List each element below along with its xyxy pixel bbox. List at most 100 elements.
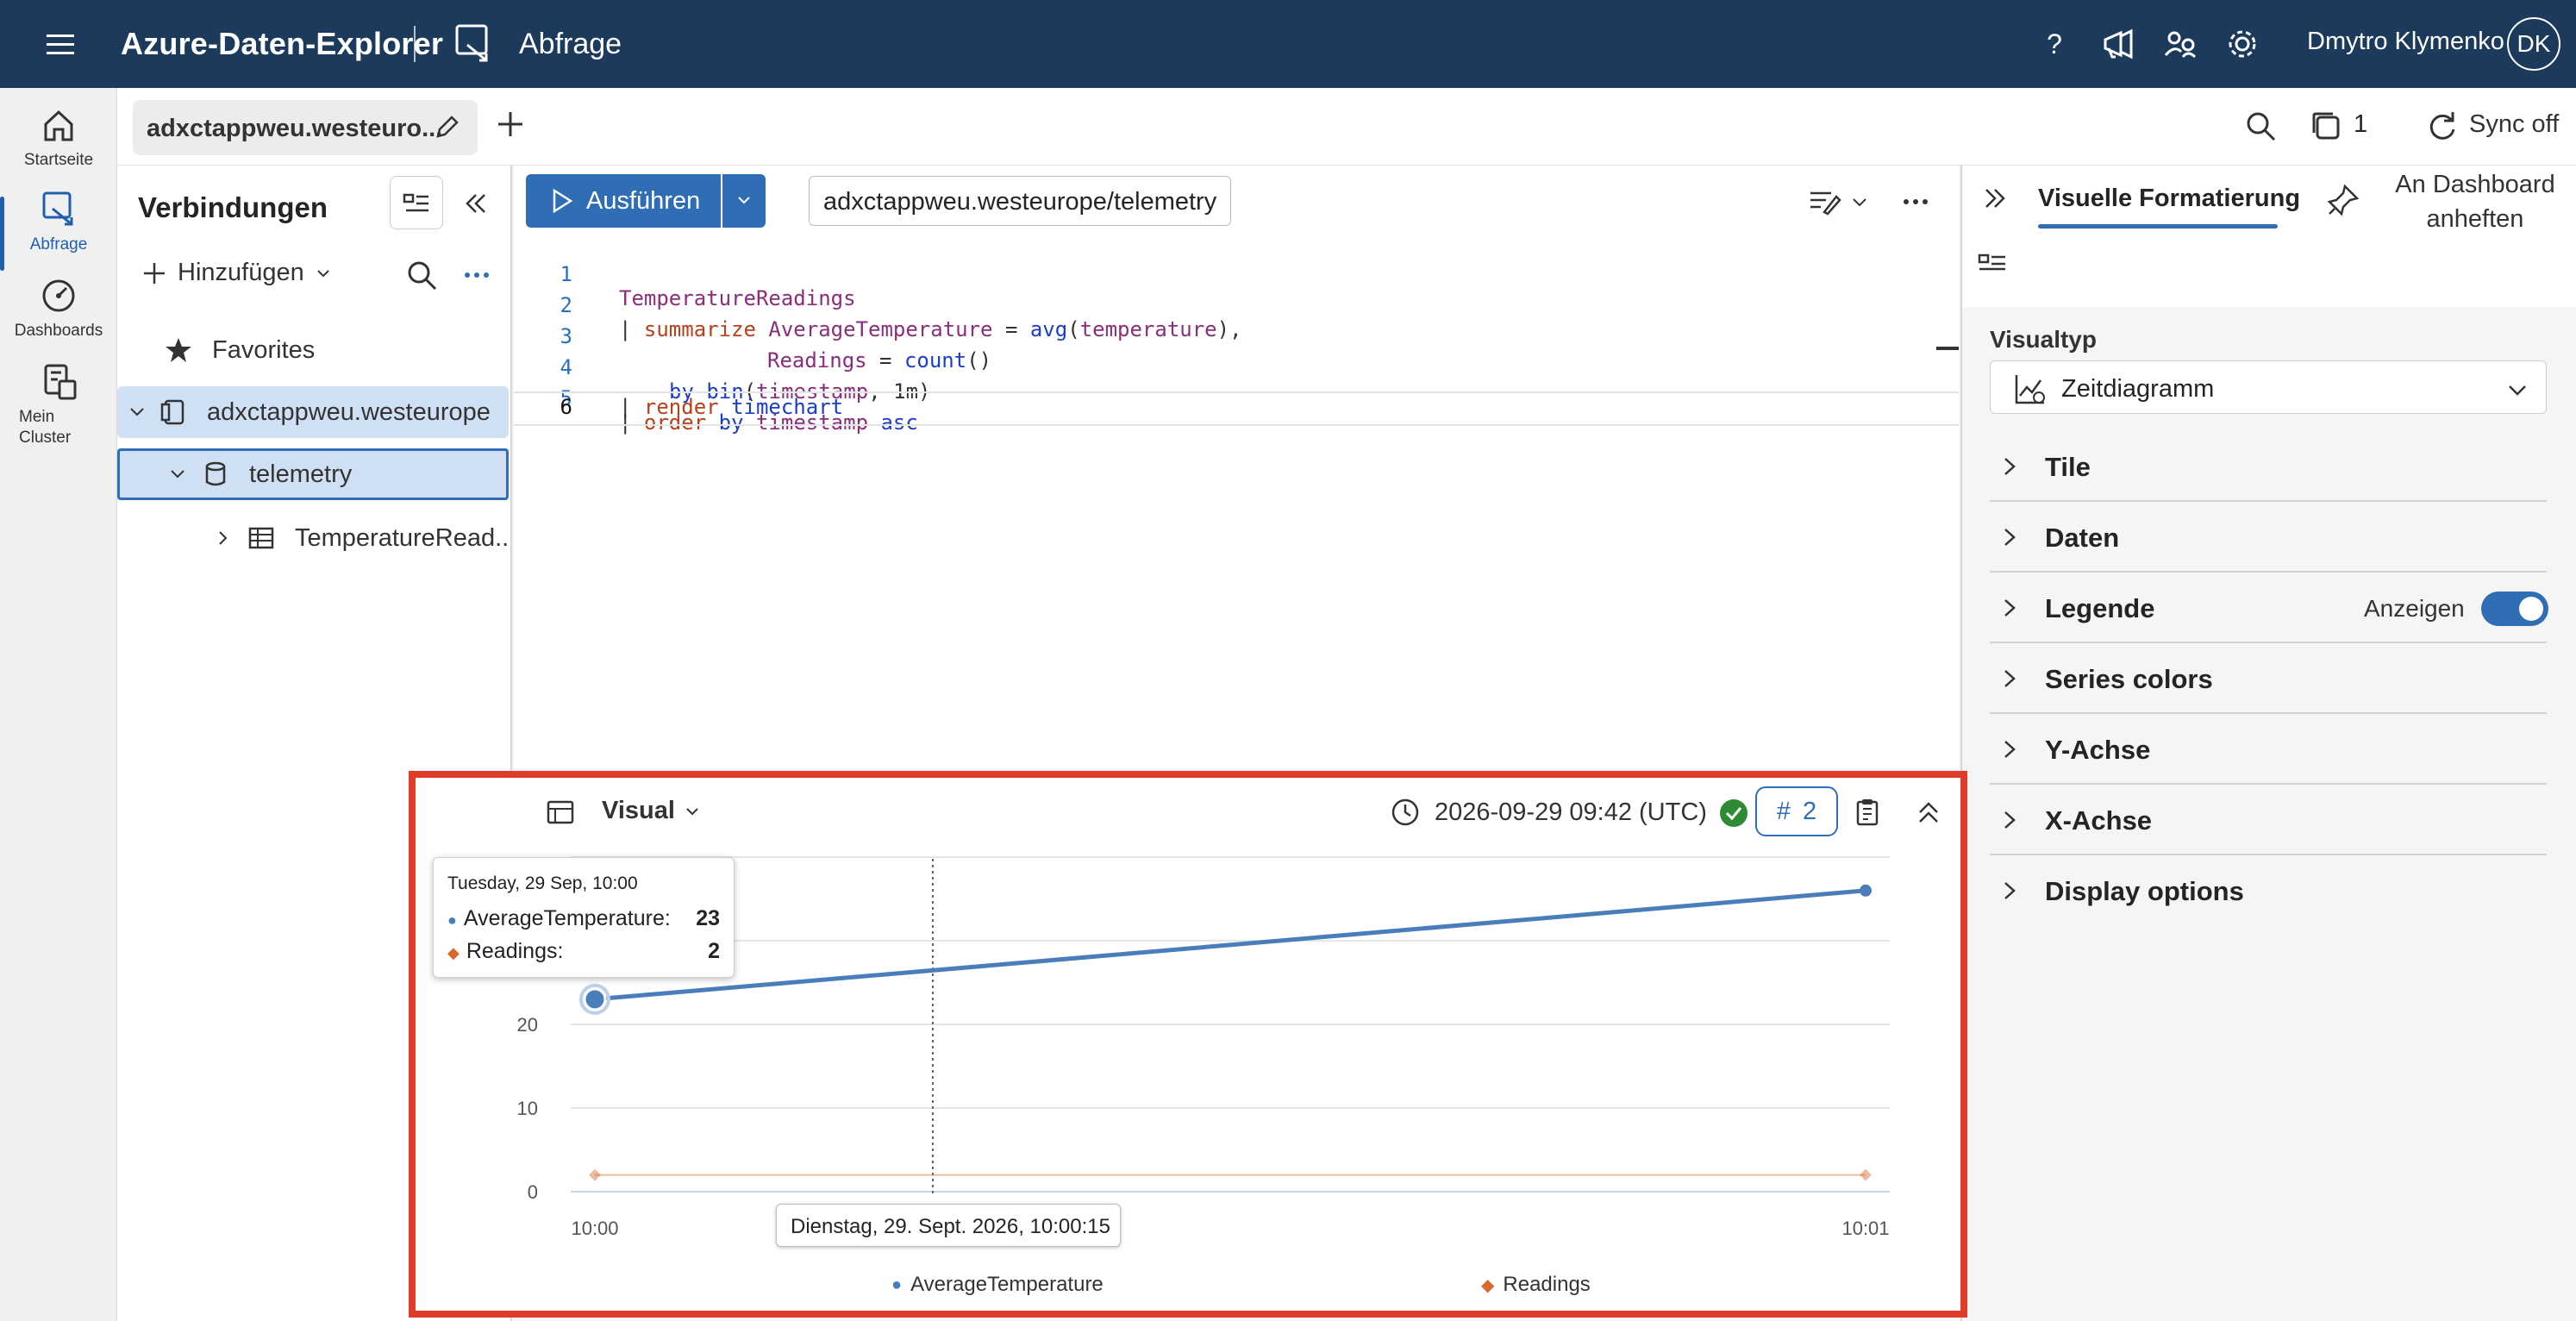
add-connection-label: Hinzufügen	[178, 259, 304, 286]
success-check-icon	[1720, 799, 1748, 827]
nav-label-query: Abfrage	[29, 235, 88, 254]
open-tabs-icon[interactable]	[2309, 109, 2343, 143]
nav-item-query[interactable]: Abfrage	[0, 190, 117, 271]
list-filter-icon[interactable]	[1976, 245, 2010, 279]
section-label: Display options	[2045, 876, 2244, 906]
section-label: Y-Achse	[2045, 735, 2151, 765]
sync-icon[interactable]	[2424, 109, 2459, 143]
results-view-selector[interactable]: Visual	[602, 797, 701, 825]
section-series-colors[interactable]: Series colors	[1990, 643, 2547, 714]
database-icon	[205, 461, 226, 486]
tooltip-row: ● AverageTemperature:	[447, 906, 671, 931]
section-display-options[interactable]: Display options	[1990, 855, 2547, 926]
section-data[interactable]: Daten	[1990, 502, 2547, 573]
star-icon	[166, 338, 191, 362]
chevron-right-icon	[2004, 811, 2016, 829]
tree-item-favorites[interactable]: Favorites	[164, 324, 491, 376]
collapse-panel-icon[interactable]	[460, 188, 491, 219]
app-title[interactable]: Azure-Daten-Explorer	[121, 26, 443, 62]
chevron-right-icon	[2004, 741, 2016, 758]
code-line: 3 Readings = count()	[514, 300, 1959, 373]
sync-label[interactable]: Sync off	[2469, 110, 2559, 139]
connection-filter-button[interactable]	[390, 176, 443, 229]
data-point	[589, 1168, 601, 1181]
help-icon[interactable]: ?	[2036, 26, 2073, 62]
run-button[interactable]: Ausführen	[526, 174, 721, 228]
chevron-down-icon[interactable]	[168, 465, 187, 484]
database-context-field[interactable]: adxctappweu.westeurope/telemetry	[809, 176, 1231, 226]
nav-item-dashboards[interactable]: Dashboards	[0, 276, 117, 341]
code-token: |	[619, 395, 644, 419]
results-view-icon	[547, 800, 574, 824]
chevron-down-icon[interactable]	[1848, 185, 1871, 219]
code-line: 1 TemperatureReadings	[514, 238, 1959, 310]
add-connection-button[interactable]: Hinzufügen	[141, 259, 332, 287]
visual-type-value: Zeitdiagramm	[2061, 375, 2215, 403]
visual-type-select[interactable]: Zeitdiagramm	[1990, 360, 2547, 414]
share-people-icon[interactable]	[2162, 26, 2198, 62]
top-bar: Azure-Daten-Explorer Abfrage ? Dmytro Kl…	[0, 0, 2576, 88]
nav-item-my-cluster[interactable]: Mein Cluster	[0, 362, 117, 448]
plus-icon	[144, 262, 165, 284]
code-line-current: 6 | render timechart	[514, 391, 1959, 426]
query-tab-strip: adxctappweu.westeuro... 1 Sync off	[117, 88, 2576, 166]
tree-label: TemperatureRead...	[295, 523, 507, 552]
clock-icon	[1391, 798, 1419, 826]
menu-icon[interactable]	[41, 28, 79, 60]
more-options-icon[interactable]	[1898, 185, 1933, 219]
header-divider	[414, 26, 416, 62]
more-options-icon[interactable]	[460, 259, 493, 291]
row-count: 2	[1803, 797, 1817, 825]
connections-title: Verbindungen	[138, 191, 328, 223]
nav-label-home: Startseite	[23, 151, 94, 169]
search-icon[interactable]	[405, 259, 438, 291]
add-tab-icon[interactable]	[493, 107, 528, 141]
dashboard-icon	[42, 279, 75, 312]
feedback-megaphone-icon[interactable]	[2100, 26, 2136, 62]
settings-gear-icon[interactable]	[2224, 26, 2260, 62]
query-editor[interactable]: 1 TemperatureReadings 2 | summarize Aver…	[514, 238, 1959, 769]
expand-panel-icon[interactable]	[1979, 183, 2010, 214]
chevron-down-icon	[317, 269, 329, 277]
copy-clipboard-icon[interactable]	[1852, 797, 1883, 828]
query-tab[interactable]: adxctappweu.westeuro...	[133, 100, 478, 155]
tree-item-database-telemetry[interactable]: telemetry	[117, 448, 509, 500]
section-y-axis[interactable]: Y-Achse	[1990, 714, 2547, 785]
tab-visual-formatting[interactable]: Visuelle Formatierung	[2038, 185, 2300, 213]
chevron-right-icon[interactable]	[214, 529, 233, 548]
section-tile[interactable]: Tile	[1990, 431, 2547, 502]
nav-item-home[interactable]: Startseite	[0, 105, 117, 171]
page-label: Abfrage	[519, 28, 622, 60]
tree-label: Favorites	[212, 335, 316, 364]
legend-item-average-temperature[interactable]: ● AverageTemperature	[891, 1273, 1104, 1297]
tree-item-cluster[interactable]: adxctappweu.westeurope	[117, 386, 509, 438]
legend-diamond-icon: ◆	[1481, 1275, 1495, 1295]
code-line: 4 by bin(timestamp, 1m)	[514, 331, 1959, 404]
code-token: timechart	[731, 395, 844, 419]
list-filter-icon	[403, 193, 428, 212]
timechart-icon	[2015, 375, 2045, 404]
search-icon[interactable]	[2243, 109, 2278, 143]
run-options-dropdown[interactable]	[722, 174, 766, 228]
pin-icon[interactable]	[2326, 183, 2360, 217]
row-count-badge[interactable]: # 2	[1755, 786, 1838, 836]
hash-icon: #	[1776, 797, 1791, 825]
results-view-label: Visual	[602, 797, 675, 824]
series-line	[594, 888, 1866, 1002]
chevron-down-icon[interactable]	[128, 403, 147, 422]
legend-toggle[interactable]	[2481, 592, 2548, 626]
tree-item-table[interactable]: TemperatureRead...	[214, 512, 507, 564]
chevron-up-icon[interactable]	[1914, 798, 1943, 828]
series-marker-circle-icon: ●	[447, 911, 457, 929]
pin-to-dashboard-label[interactable]: An Dashboard anheften	[2385, 167, 2566, 236]
svg-text:?: ?	[2047, 28, 2062, 59]
user-name[interactable]: Dmytro Klymenko	[2307, 28, 2504, 56]
editor-scroll-marker[interactable]	[1936, 347, 1959, 350]
section-x-axis[interactable]: X-Achse	[1990, 785, 2547, 855]
y-tick-label: 20	[517, 1014, 538, 1036]
section-legend[interactable]: Legende Anzeigen	[1990, 573, 2548, 643]
rename-pencil-icon[interactable]	[433, 114, 460, 141]
legend-item-readings[interactable]: ◆ Readings	[1481, 1273, 1591, 1297]
format-query-icon[interactable]	[1807, 185, 1841, 219]
user-avatar[interactable]: DK	[2507, 17, 2560, 71]
